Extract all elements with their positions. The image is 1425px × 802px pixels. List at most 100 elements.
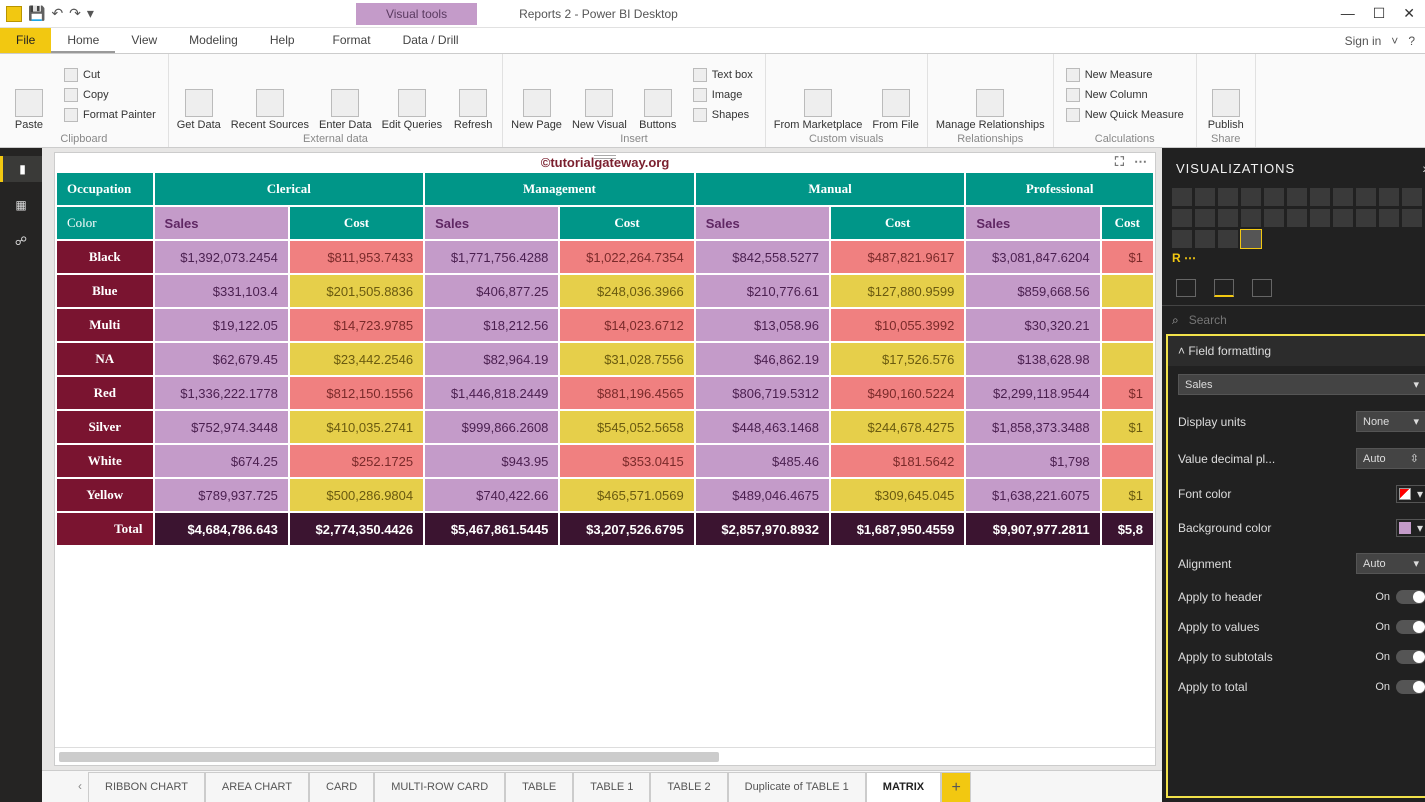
field-formatting-header[interactable]: ˄ Field formatting xyxy=(1168,336,1425,366)
visual-type-icon[interactable] xyxy=(1195,209,1215,227)
visual-type-icon[interactable] xyxy=(1241,188,1261,206)
paste-button[interactable]: Paste xyxy=(8,58,50,131)
visual-type-icon[interactable] xyxy=(1218,209,1238,227)
visual-type-icon[interactable] xyxy=(1402,188,1422,206)
format-painter-button[interactable]: Format Painter xyxy=(60,106,160,124)
visual-type-icon[interactable] xyxy=(1356,188,1376,206)
background-color-picker[interactable]: ▾ xyxy=(1396,519,1425,537)
tab-nav-prev-icon[interactable]: ‹ xyxy=(72,771,88,802)
recent-sources-button[interactable]: Recent Sources xyxy=(231,58,309,131)
undo-icon[interactable]: ↶ xyxy=(51,5,63,22)
redo-icon[interactable]: ↷ xyxy=(69,5,81,22)
copy-button[interactable]: Copy xyxy=(60,86,160,104)
visual-type-icon[interactable] xyxy=(1402,209,1422,227)
visual-type-icon[interactable] xyxy=(1172,188,1192,206)
image-button[interactable]: Image xyxy=(689,86,757,104)
visual-type-icon[interactable] xyxy=(1218,188,1238,206)
report-view-icon[interactable]: ▮ xyxy=(0,156,42,182)
minimize-button[interactable]: — xyxy=(1341,5,1355,22)
qat-dropdown-icon[interactable]: ▾ xyxy=(87,5,94,22)
visual-type-icon[interactable] xyxy=(1264,209,1284,227)
font-color-picker[interactable]: ▾ xyxy=(1396,485,1425,503)
apply-to-subtotals-toggle[interactable] xyxy=(1396,650,1425,664)
menu-home[interactable]: Home xyxy=(51,28,115,53)
visual-type-icon[interactable] xyxy=(1287,209,1307,227)
visual-type-icon[interactable] xyxy=(1218,230,1238,248)
add-page-button[interactable]: + xyxy=(941,772,971,802)
help-icon[interactable]: ? xyxy=(1408,34,1415,48)
new-measure-button[interactable]: New Measure xyxy=(1062,66,1188,84)
visual-options-icon[interactable]: ⋯ xyxy=(1134,154,1147,170)
signin-chevron-icon[interactable]: ˅ xyxy=(1391,34,1398,48)
apply-to-header-toggle[interactable] xyxy=(1396,590,1425,604)
page-tab[interactable]: CARD xyxy=(309,772,374,802)
visual-type-icon[interactable] xyxy=(1379,188,1399,206)
decimal-places-stepper[interactable]: Auto⇳ xyxy=(1356,448,1425,469)
data-view-icon[interactable]: ▦ xyxy=(8,192,34,218)
shapes-button[interactable]: Shapes xyxy=(689,106,757,124)
visual-type-icon[interactable] xyxy=(1195,188,1215,206)
page-tab[interactable]: TABLE 2 xyxy=(650,772,727,802)
new-column-button[interactable]: New Column xyxy=(1062,86,1188,104)
fields-mode-icon[interactable] xyxy=(1176,279,1196,297)
sign-in-link[interactable]: Sign in xyxy=(1345,34,1382,48)
alignment-select[interactable]: Auto▾ xyxy=(1356,553,1425,574)
new-quick-measure-button[interactable]: New Quick Measure xyxy=(1062,106,1188,124)
r-visual-icon[interactable]: R ⋯ xyxy=(1172,251,1215,265)
cut-button[interactable]: Cut xyxy=(60,66,160,84)
page-tab[interactable]: MATRIX xyxy=(866,772,941,802)
visual-type-icon[interactable] xyxy=(1241,209,1261,227)
model-view-icon[interactable]: ☍ xyxy=(8,228,34,254)
menu-view[interactable]: View xyxy=(115,28,173,53)
field-select[interactable]: Sales▾ xyxy=(1178,374,1425,395)
page-tab[interactable]: TABLE xyxy=(505,772,573,802)
apply-to-values-toggle[interactable] xyxy=(1396,620,1425,634)
visual-type-icon[interactable] xyxy=(1379,209,1399,227)
new-page-button[interactable]: New Page xyxy=(511,58,562,131)
matrix-visual[interactable]: OccupationClericalManagementManualProfes… xyxy=(55,171,1155,747)
visual-drag-handle[interactable] xyxy=(594,155,616,159)
analytics-mode-icon[interactable] xyxy=(1252,279,1272,297)
menu-data-drill[interactable]: Data / Drill xyxy=(387,28,475,53)
from-marketplace-button[interactable]: From Marketplace xyxy=(774,58,863,131)
new-visual-button[interactable]: New Visual xyxy=(572,58,627,131)
page-tab[interactable]: MULTI-ROW CARD xyxy=(374,772,505,802)
menu-help[interactable]: Help xyxy=(254,28,311,53)
manage-relationships-button[interactable]: Manage Relationships xyxy=(936,58,1045,131)
visual-type-icon[interactable] xyxy=(1195,230,1215,248)
visual-type-icon[interactable] xyxy=(1172,209,1192,227)
maximize-button[interactable]: ☐ xyxy=(1373,5,1386,22)
visual-type-icon[interactable] xyxy=(1356,209,1376,227)
edit-queries-button[interactable]: Edit Queries xyxy=(382,58,443,131)
page-tab[interactable]: AREA CHART xyxy=(205,772,309,802)
visual-type-icon[interactable] xyxy=(1333,209,1353,227)
page-tab[interactable]: Duplicate of TABLE 1 xyxy=(728,772,866,802)
from-file-button[interactable]: From File xyxy=(872,58,918,131)
page-tab[interactable]: TABLE 1 xyxy=(573,772,650,802)
visual-type-icon[interactable] xyxy=(1172,230,1192,248)
visual-type-icon[interactable] xyxy=(1310,209,1330,227)
buttons-button[interactable]: Buttons xyxy=(637,58,679,131)
format-search-input[interactable] xyxy=(1187,312,1425,328)
apply-to-total-toggle[interactable] xyxy=(1396,680,1425,694)
get-data-button[interactable]: Get Data xyxy=(177,58,221,131)
save-icon[interactable]: 💾 xyxy=(28,5,45,22)
display-units-select[interactable]: None▾ xyxy=(1356,411,1425,432)
publish-button[interactable]: Publish xyxy=(1205,58,1247,131)
textbox-button[interactable]: Text box xyxy=(689,66,757,84)
horizontal-scrollbar[interactable] xyxy=(55,747,1155,765)
page-tab[interactable]: RIBBON CHART xyxy=(88,772,205,802)
close-button[interactable]: ✕ xyxy=(1403,5,1415,22)
visual-type-icon[interactable] xyxy=(1310,188,1330,206)
format-mode-icon[interactable] xyxy=(1214,279,1234,297)
enter-data-button[interactable]: Enter Data xyxy=(319,58,372,131)
visual-type-icon[interactable] xyxy=(1287,188,1307,206)
visual-type-icon[interactable] xyxy=(1241,230,1261,248)
visual-type-icon[interactable] xyxy=(1264,188,1284,206)
menu-file[interactable]: File xyxy=(0,28,51,53)
visual-type-icon[interactable] xyxy=(1333,188,1353,206)
menu-modeling[interactable]: Modeling xyxy=(173,28,254,53)
refresh-button[interactable]: Refresh xyxy=(452,58,494,131)
menu-format[interactable]: Format xyxy=(317,28,387,53)
focus-mode-icon[interactable]: ⛶ xyxy=(1115,154,1124,170)
